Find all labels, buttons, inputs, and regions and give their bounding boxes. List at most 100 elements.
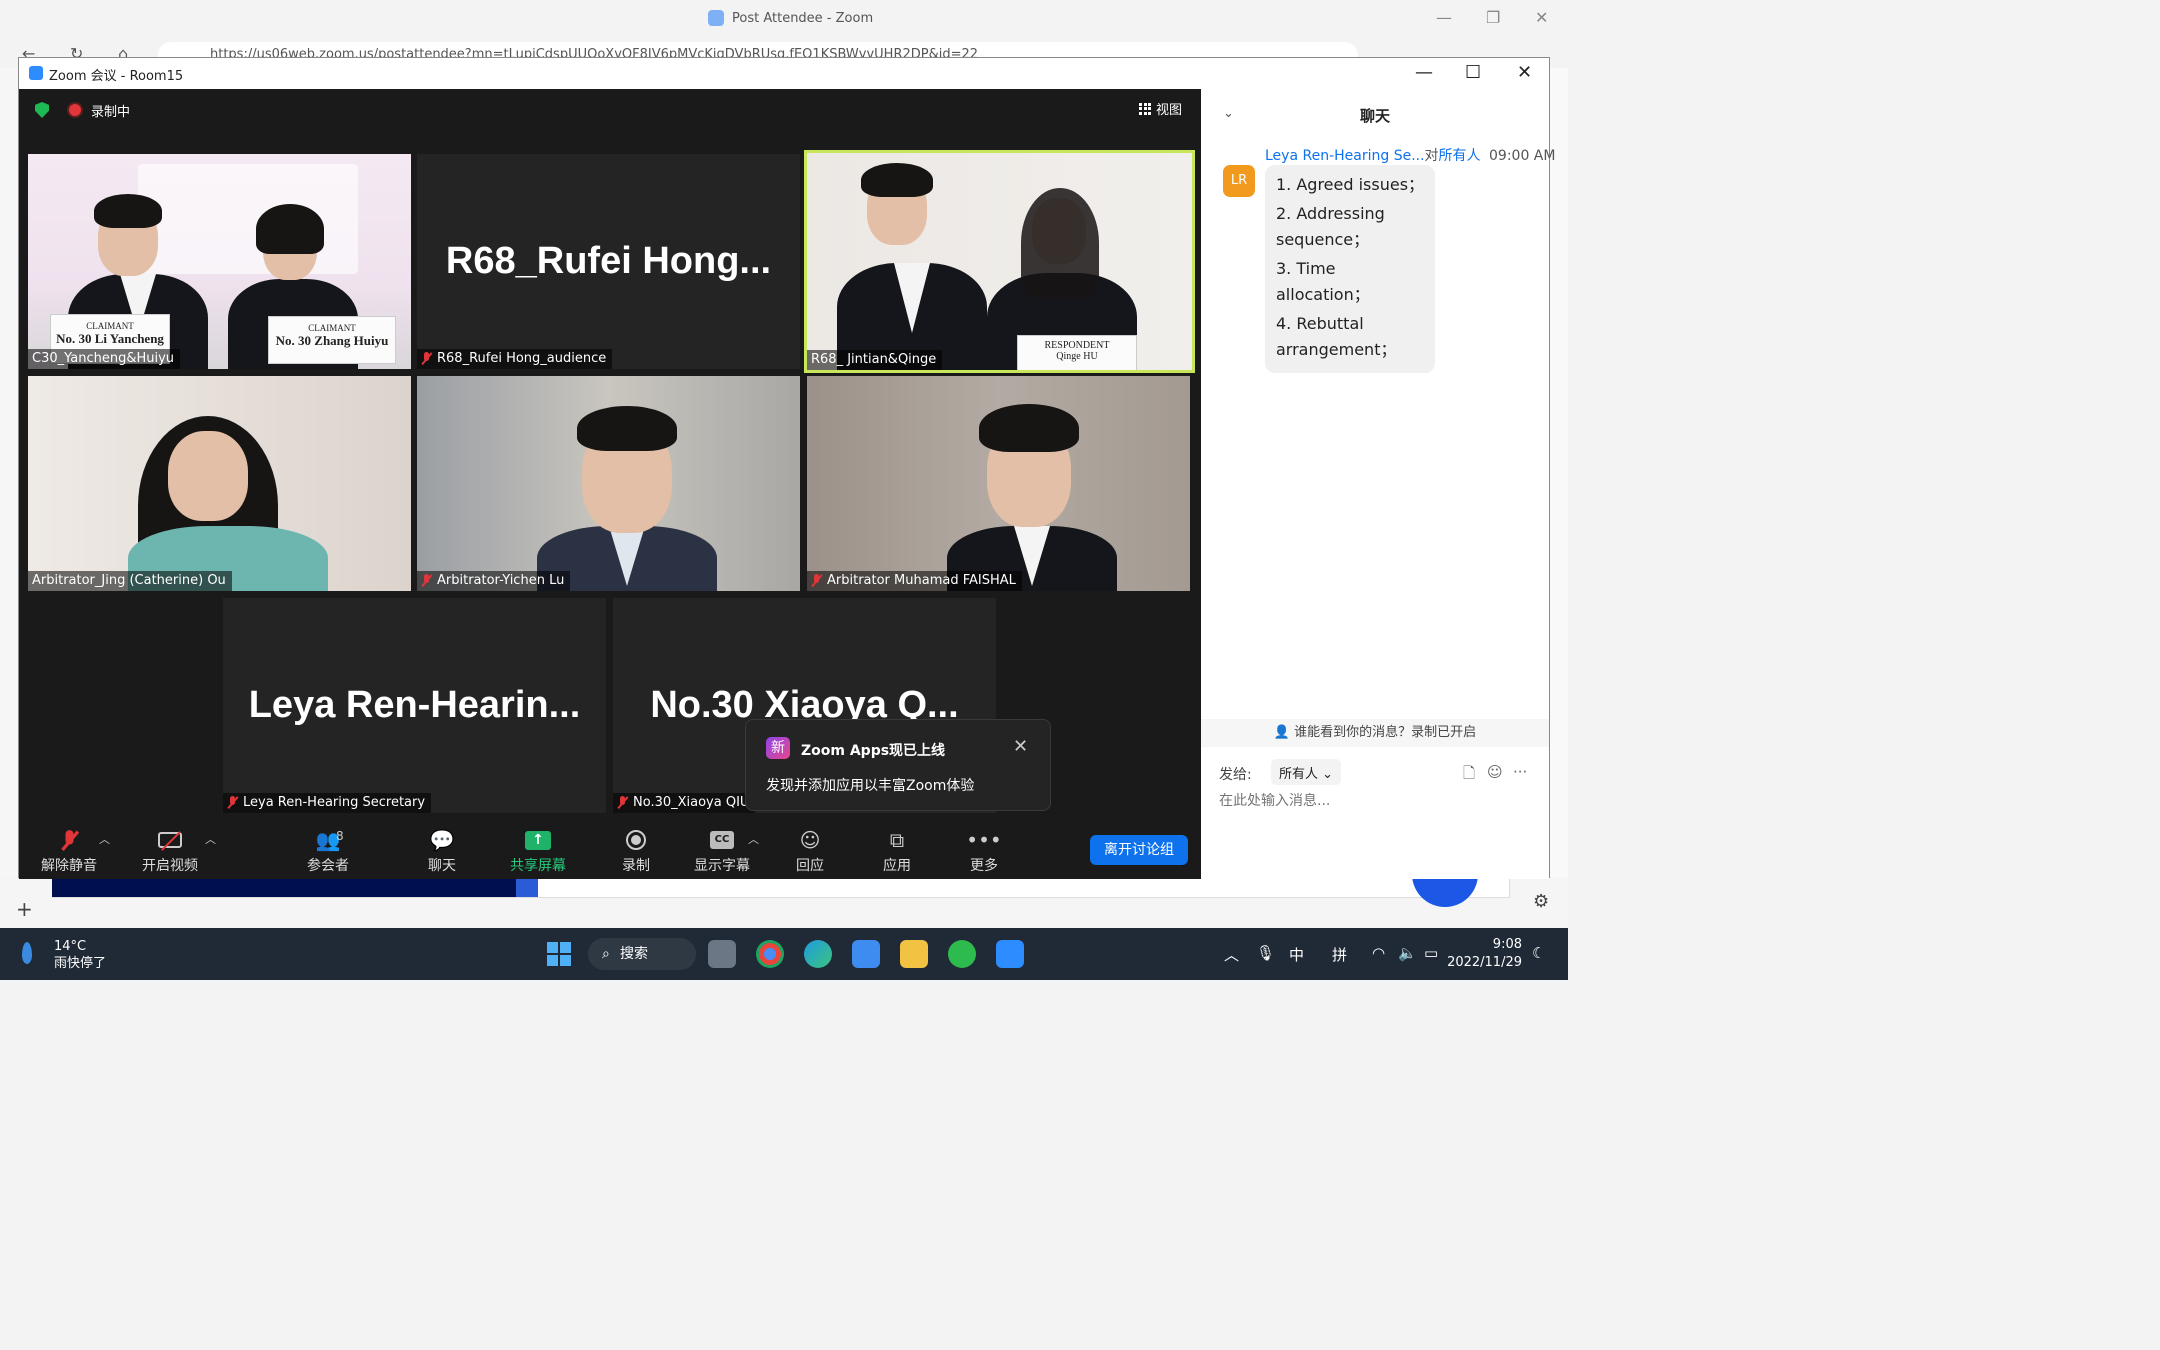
feishu-icon[interactable] <box>852 940 880 968</box>
browser-close-button[interactable]: ✕ <box>1535 8 1548 27</box>
chat-button[interactable]: 💬 聊天 <box>402 827 482 875</box>
video-tile[interactable]: Arbitrator Muhamad FAISHAL <box>807 376 1190 591</box>
participant-name-label: Leya Ren-Hearing Secretary <box>223 793 432 813</box>
message-line: 4. Rebuttal arrangement； <box>1276 314 1397 359</box>
encryption-shield-icon[interactable] <box>35 102 49 118</box>
apps-button[interactable]: ⧉ 应用 <box>857 827 937 875</box>
share-screen-icon: ↑ <box>525 830 551 850</box>
message-visibility-notice[interactable]: 👤 谁能看到你的消息？录制已开启 <box>1201 719 1549 747</box>
weather-status: 雨快停了 <box>54 956 107 971</box>
chat-message: 1. Agreed issues； 2. Addressing sequence… <box>1265 165 1435 373</box>
recipient-dropdown[interactable]: 所有人 ⌄ <box>1271 759 1342 785</box>
participants-icon: 👥 <box>315 828 341 852</box>
volume-icon[interactable]: 🔈 <box>1398 944 1417 962</box>
zoom-meeting-window: Zoom 会议 - Room15 — ☐ ✕ 录制中 视图 CLAIMANT N… <box>18 57 1555 879</box>
new-badge: 新 <box>766 737 790 759</box>
browser-restore-button[interactable]: ❐ <box>1486 8 1500 27</box>
maximize-button[interactable]: ☐ <box>1465 62 1481 83</box>
window-title: Zoom 会议 - Room15 <box>49 69 184 84</box>
video-tile[interactable]: R68_Rufei Hong... R68_Rufei Hong_audienc… <box>417 154 800 369</box>
message-line: 1. Agreed issues； <box>1276 175 1425 194</box>
chevron-up-icon[interactable]: ︿ <box>1224 944 1239 965</box>
browser-minimize-button[interactable]: — <box>1436 8 1452 27</box>
edge-icon[interactable] <box>804 940 832 968</box>
temperature: 14°C <box>54 939 87 954</box>
page-banner-dark <box>52 877 518 897</box>
plus-icon[interactable]: + <box>16 897 33 921</box>
apps-icon: ⧉ <box>889 828 905 852</box>
notification-description: 发现并添加应用以丰富Zoom体验 <box>766 778 975 794</box>
participant-name-label: Arbitrator Muhamad FAISHAL <box>807 571 1022 591</box>
taskbar-search[interactable]: ⌕ 搜索 <box>588 938 696 970</box>
emoji-icon[interactable]: ☺ <box>1487 763 1503 781</box>
microphone-muted-icon <box>227 796 238 809</box>
avatar: LR <box>1223 165 1255 197</box>
ime-mode[interactable]: 拼 <box>1332 944 1347 965</box>
chevron-up-icon[interactable]: ︿ <box>205 831 216 847</box>
unmute-button[interactable]: 解除静音 <box>29 827 109 875</box>
file-explorer-icon[interactable] <box>900 940 928 968</box>
record-button[interactable]: 录制 <box>596 827 676 875</box>
more-dots-icon: ••• <box>966 828 1002 852</box>
participant-name-label: R68_Rufei Hong_audience <box>417 349 613 369</box>
share-screen-button[interactable]: ↑ 共享屏幕 <box>498 827 578 875</box>
microphone-off-icon <box>29 827 109 853</box>
emoji-add-icon: ☺ <box>799 828 821 852</box>
microphone-muted-icon <box>421 574 432 587</box>
close-button[interactable]: ✕ <box>1517 62 1532 83</box>
reactions-button[interactable]: ☺ 回应 <box>770 827 850 875</box>
windows-start-icon[interactable] <box>547 942 571 966</box>
window-title-bar: Zoom 会议 - Room15 — ☐ ✕ <box>19 58 1549 89</box>
browser-title-bar: Post Attendee - Zoom — ❐ ✕ <box>0 0 1568 38</box>
wechat-icon[interactable] <box>948 940 976 968</box>
file-icon[interactable]: 🗋 <box>1463 763 1475 788</box>
chevron-up-icon[interactable]: ︿ <box>748 831 759 847</box>
wifi-icon[interactable]: ◠ <box>1372 944 1385 962</box>
chat-bubble-icon: 💬 <box>429 828 455 852</box>
battery-icon[interactable]: ▭ <box>1424 944 1438 962</box>
start-video-button[interactable]: 开启视频 <box>130 827 210 875</box>
close-icon[interactable]: ✕ <box>1013 736 1028 757</box>
focus-moon-icon[interactable]: ☾ <box>1532 944 1545 962</box>
participant-name-display: Leya Ren-Hearin... <box>248 684 581 726</box>
name-placard: RESPONDENT Qinge HU <box>1017 335 1137 370</box>
ime-language[interactable]: 中 <box>1289 944 1304 965</box>
meeting-top-bar: 录制中 视图 <box>19 89 1201 131</box>
record-icon <box>626 830 646 850</box>
system-clock[interactable]: 9:08 2022/11/29 <box>1440 936 1522 972</box>
leave-breakout-room-button[interactable]: 离开讨论组 <box>1090 835 1188 865</box>
zoom-icon[interactable] <box>996 940 1024 968</box>
message-time: 09:00 AM <box>1489 148 1556 164</box>
video-tile[interactable]: Arbitrator-Yichen Lu <box>417 376 800 591</box>
message-line: 2. Addressing sequence； <box>1276 204 1385 249</box>
message-sender[interactable]: Leya Ren-Hearing Se... <box>1265 148 1425 164</box>
chrome-icon[interactable] <box>756 940 784 968</box>
zoom-apps-notification[interactable]: 新 Zoom Apps现已上线 ✕ 发现并添加应用以丰富Zoom体验 <box>745 719 1051 811</box>
more-button[interactable]: ••• 更多 <box>944 827 1024 875</box>
participants-button[interactable]: 👥 8 参会者 <box>288 827 368 875</box>
page-background-left <box>0 68 18 928</box>
video-tile[interactable]: CLAIMANT No. 30 Li Yancheng CLAIMANT No.… <box>28 154 411 369</box>
event-backdrop <box>138 164 358 274</box>
meeting-toolbar: 解除静音 ︿ 开启视频 ︿ 👥 8 参会者 💬 聊天 ↑ 共享屏幕 录制 CC … <box>19 823 1201 879</box>
participant-name-label: R68_ Jintian&Qinge <box>807 350 943 370</box>
chevron-up-icon[interactable]: ︿ <box>99 831 110 847</box>
minimize-button[interactable]: — <box>1415 62 1433 83</box>
video-tile[interactable]: Leya Ren-Hearin... Leya Ren-Hearing Secr… <box>223 598 606 813</box>
message-header: Leya Ren-Hearing Se...对所有人 09:00 AM <box>1265 148 1556 164</box>
view-button[interactable]: 视图 <box>1139 99 1182 118</box>
video-off-icon <box>130 827 210 853</box>
task-view-icon[interactable] <box>708 940 736 968</box>
more-options-icon[interactable]: ··· <box>1513 763 1527 781</box>
video-tile[interactable]: Arbitrator_Jing (Catherine) Ou <box>28 376 411 591</box>
video-tile-active-speaker[interactable]: RESPONDENT Qinge HU R68_ Jintian&Qinge <box>804 150 1195 373</box>
gear-icon[interactable]: ⚙ <box>1533 891 1549 912</box>
closed-captions-icon: CC <box>710 831 734 849</box>
chat-message-input[interactable] <box>1219 793 1529 809</box>
search-icon: ⌕ <box>602 946 610 962</box>
microphone-icon[interactable]: 🎙 <box>1256 944 1275 962</box>
recording-icon <box>69 104 81 116</box>
message-recipient[interactable]: 所有人 <box>1439 148 1481 164</box>
chat-panel: ⌄ 聊天 Leya Ren-Hearing Se...对所有人 09:00 AM… <box>1201 89 1555 879</box>
participant-name-display: R68_Rufei Hong... <box>445 240 772 282</box>
